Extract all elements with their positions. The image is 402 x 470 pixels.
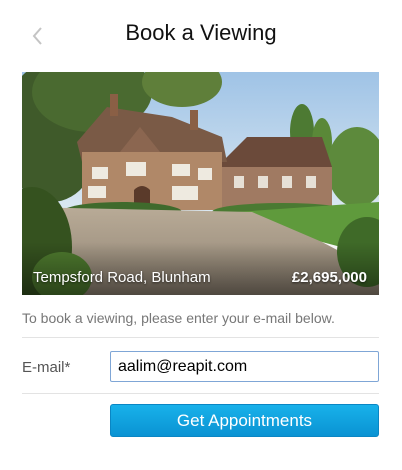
instructions-text: To book a viewing, please enter your e-m…	[22, 310, 335, 326]
divider	[22, 393, 379, 394]
property-photo: Tempsford Road, Blunham £2,695,000	[22, 72, 379, 295]
get-appointments-button[interactable]: Get Appointments	[110, 404, 379, 437]
property-address: Tempsford Road, Blunham	[33, 269, 211, 286]
page-title: Book a Viewing	[125, 20, 277, 45]
photo-caption: Tempsford Road, Blunham £2,695,000	[22, 251, 379, 295]
property-price: £2,695,000	[291, 269, 367, 286]
header: Book a Viewing	[0, 0, 402, 72]
email-label: E-mail*	[22, 359, 71, 376]
divider	[22, 337, 379, 338]
email-input[interactable]	[110, 351, 379, 382]
